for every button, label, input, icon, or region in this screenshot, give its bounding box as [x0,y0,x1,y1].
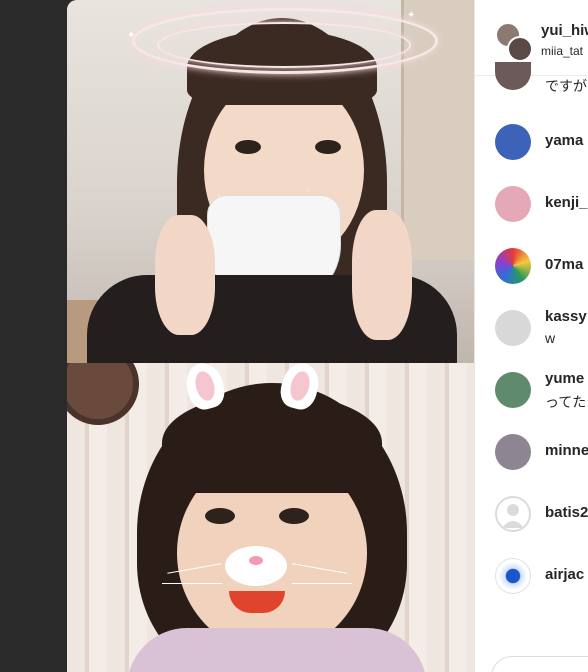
comment-item: kenji_ [475,182,588,244]
host-username[interactable]: yui_hiw [541,22,588,39]
shirt-avatar-icon[interactable] [495,310,531,346]
comment-item: minne [475,430,588,492]
person-photo-avatar[interactable] [495,434,531,470]
comment-text: ですが [545,78,587,94]
green-photo-avatar[interactable] [495,372,531,408]
comment-username[interactable]: kenji_ [545,194,588,211]
default-user-icon[interactable] [495,496,531,532]
blue-dot-avatar[interactable] [495,558,531,594]
comment-username[interactable]: batis2 [545,504,588,521]
sparkle-icon: ✦ [407,10,416,21]
guest-username[interactable]: miia_tat [541,44,583,58]
live-header: yui_hiw miia_tat [475,0,588,76]
live-video-panel[interactable]: ✦ ✦ · · [67,0,474,672]
comment-item: airjac [475,554,588,616]
comment-username[interactable]: airjac [545,566,584,583]
sparkle-icon: · [307,185,311,196]
bunny-nose-filter [225,546,287,586]
comment-avatar[interactable] [495,62,531,90]
comment-item: batis2 [475,492,588,554]
colorful-ball-avatar[interactable] [495,248,531,284]
comment-username[interactable]: yama [545,132,583,149]
sparkle-icon: · [217,190,221,201]
guest-avatar[interactable] [507,36,533,62]
comment-item: yume ってた [475,368,588,430]
comment-input[interactable] [491,656,588,672]
person-photo-avatar[interactable] [495,186,531,222]
host-video-feed[interactable]: ✦ ✦ · · [67,0,474,363]
comment-username[interactable]: yume [545,370,584,387]
host-guest-avatars[interactable] [495,22,533,62]
dragon-avatar-icon[interactable] [495,124,531,160]
guest-video-feed[interactable] [67,363,474,672]
comment-username[interactable]: 07ma [545,256,583,273]
comment-item: kassy w [475,306,588,368]
guest-person [67,363,474,672]
comment-username[interactable]: minne [545,442,588,459]
sparkle-icon: ✦ [127,30,136,41]
comment-username[interactable]: kassy [545,308,587,325]
comments-panel: yui_hiw miia_tat ですが yama kenji_ 07ma kassy… [474,0,588,672]
comment-text: w [545,330,556,346]
comment-text: ってた [545,394,587,410]
page-backdrop [0,0,67,672]
comment-item: yama [475,120,588,182]
comment-item: 07ma [475,244,588,306]
